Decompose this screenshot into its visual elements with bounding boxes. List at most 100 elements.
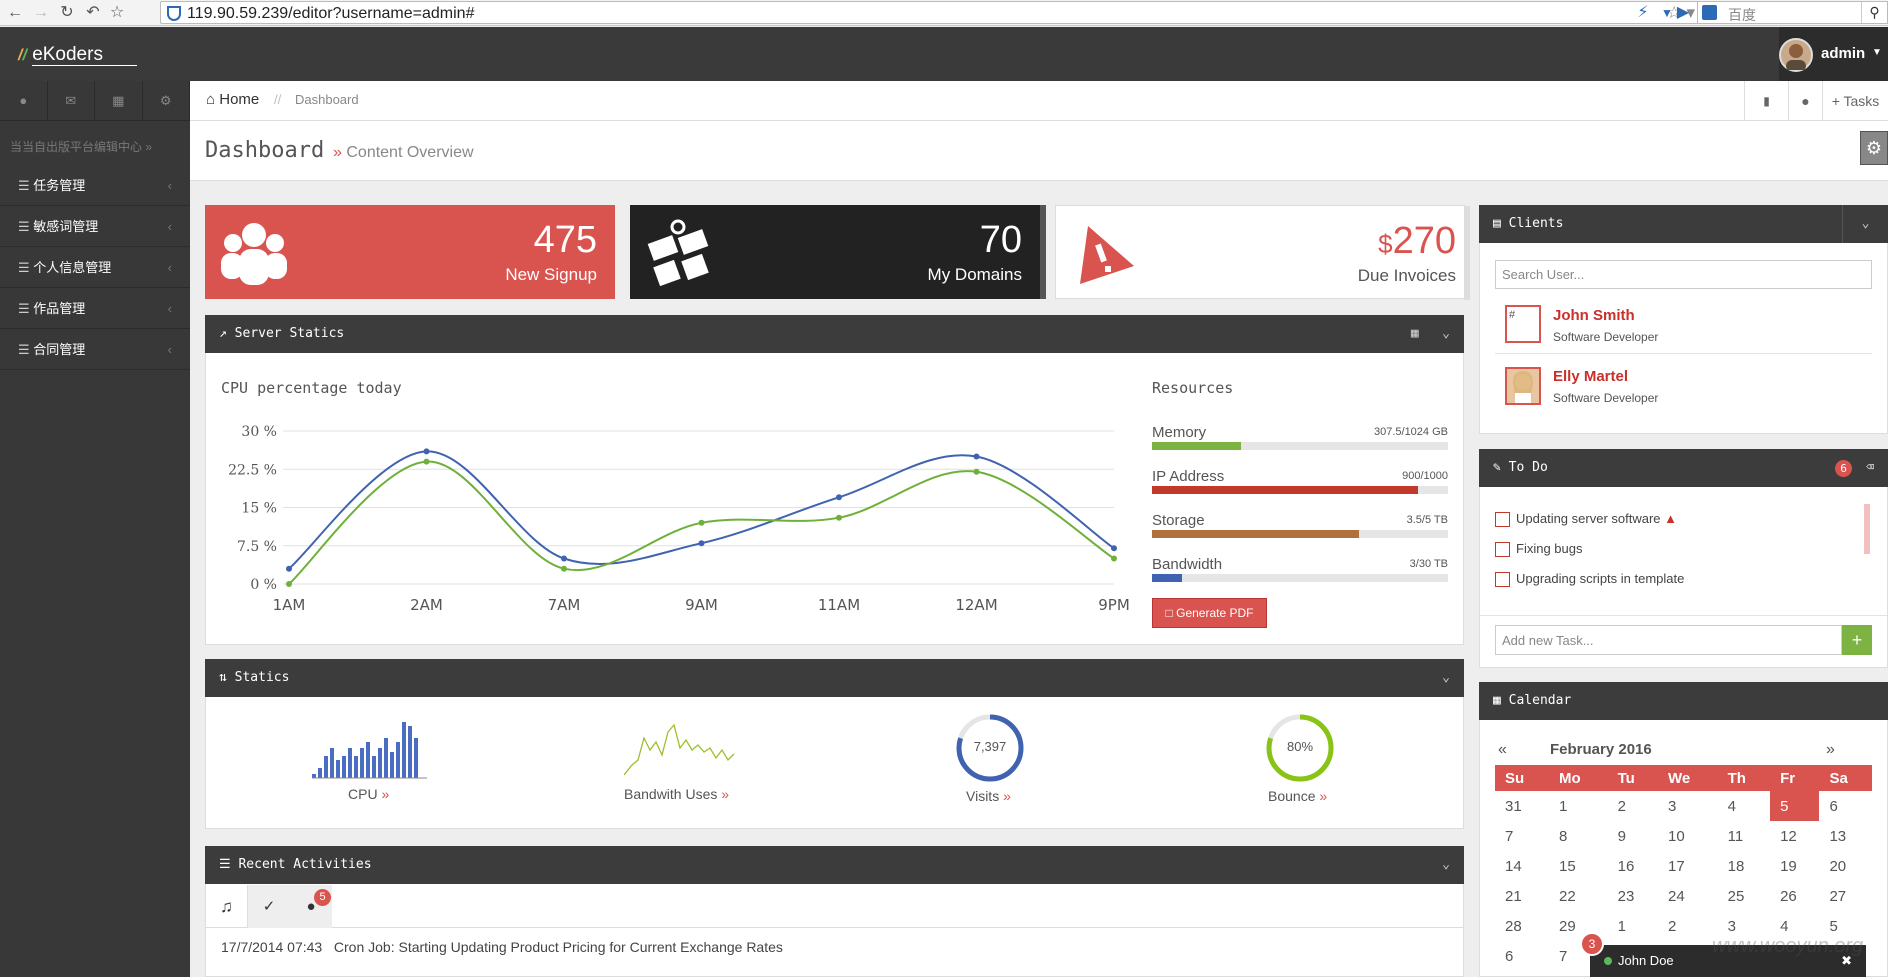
data-point[interactable] (286, 565, 292, 572)
tile-my-domains[interactable]: 70 My Domains (630, 205, 1046, 299)
data-point[interactable] (973, 468, 980, 475)
forward-icon[interactable]: → (30, 2, 52, 24)
undo-icon[interactable]: ↶ (82, 2, 104, 24)
sidebar-item-task[interactable]: ☰ 任务管理 ‹ (0, 165, 190, 206)
statics-visits-link[interactable]: Visits » (966, 788, 1011, 804)
client-name[interactable]: John Smith (1553, 307, 1635, 324)
calendar-day[interactable]: 4 (1718, 791, 1770, 821)
search-icon[interactable]: ⚲ (1861, 2, 1887, 23)
chevron-down-icon[interactable]: ⌄ (1442, 846, 1450, 884)
checkbox[interactable] (1495, 572, 1510, 588)
reload-icon[interactable]: ↻ (56, 2, 78, 24)
statics-bounce-link[interactable]: Bounce » (1268, 788, 1327, 804)
avatar[interactable] (1779, 38, 1813, 72)
data-point[interactable] (1111, 555, 1117, 562)
tile-new-signup[interactable]: 475 New Signup (205, 205, 615, 299)
statics-bandwidth-link[interactable]: Bandwith Uses » (624, 786, 729, 802)
calendar-day[interactable]: 23 (1608, 881, 1658, 911)
comments-icon[interactable]: ● (1788, 81, 1822, 121)
client-name[interactable]: Elly Martel (1553, 368, 1628, 385)
calendar-day[interactable]: 25 (1718, 881, 1770, 911)
bolt-icon[interactable]: ⚡ (1632, 2, 1654, 24)
play-icon[interactable]: ▶ (1672, 2, 1694, 24)
grid-icon[interactable]: ▦ (95, 81, 143, 121)
app-logo[interactable]: // eKoders (18, 44, 137, 66)
calendar-day[interactable]: 2 (1658, 911, 1718, 941)
calendar-day[interactable]: 31 (1495, 791, 1549, 821)
sidebar-item-sensitive-words[interactable]: ☰ 敏感词管理 ‹ (0, 206, 190, 247)
calendar-day[interactable]: 8 (1549, 821, 1608, 851)
calendar-day[interactable]: 28 (1495, 911, 1549, 941)
data-point[interactable] (973, 453, 980, 460)
bell-icon[interactable]: ♫ (206, 885, 248, 928)
signal-icon[interactable]: ▮ (1744, 81, 1788, 121)
settings-gear-icon[interactable]: ⚙ (1860, 131, 1888, 165)
sidebar-section-label[interactable]: 当当自出版平台编辑中心 » (10, 138, 152, 155)
calendar-day[interactable]: 26 (1770, 881, 1819, 911)
calendar-day[interactable]: 7 (1495, 821, 1549, 851)
gear-icon[interactable]: ⚙ (142, 81, 190, 121)
todo-scrollbar[interactable] (1864, 504, 1870, 554)
data-point[interactable] (561, 555, 567, 562)
tasks-button[interactable]: + Tasks (1822, 81, 1888, 121)
trash-icon[interactable]: ⌫ (1866, 449, 1874, 487)
data-point[interactable] (836, 514, 842, 521)
checkbox[interactable] (1495, 542, 1510, 558)
calendar-day[interactable]: 16 (1608, 851, 1658, 881)
back-icon[interactable]: ← (4, 2, 26, 24)
calendar-day[interactable]: 19 (1770, 851, 1819, 881)
tile-due-invoices[interactable]: $270 Due Invoices (1055, 205, 1470, 300)
data-point[interactable] (1111, 545, 1117, 552)
calendar-icon[interactable]: ▦ (1411, 326, 1419, 341)
data-point[interactable] (561, 565, 567, 572)
calendar-day[interactable]: 3 (1658, 791, 1718, 821)
calendar-day[interactable]: 15 (1549, 851, 1608, 881)
calendar-day[interactable]: 9 (1608, 821, 1658, 851)
calendar-day[interactable]: 12 (1770, 821, 1819, 851)
new-task-input[interactable]: Add new Task... (1495, 625, 1842, 655)
calendar-day[interactable]: 21 (1495, 881, 1549, 911)
sidebar-item-contracts[interactable]: ☰ 合同管理 ‹ (0, 329, 190, 370)
calendar-day[interactable]: 1 (1608, 911, 1658, 941)
checkbox[interactable] (1495, 512, 1510, 528)
add-task-button[interactable]: + (1842, 625, 1872, 655)
calendar-day[interactable]: 18 (1718, 851, 1770, 881)
calendar-day[interactable]: 14 (1495, 851, 1549, 881)
user-icon[interactable]: ● (0, 81, 48, 121)
client-search-input[interactable]: Search User... (1495, 260, 1872, 289)
sidebar-item-profile[interactable]: ☰ 个人信息管理 ‹ (0, 247, 190, 288)
calendar-day[interactable]: 2 (1608, 791, 1658, 821)
data-point[interactable] (286, 581, 292, 587)
data-point[interactable] (698, 540, 705, 547)
envelope-icon[interactable]: ✉ (47, 81, 95, 121)
calendar-day[interactable]: 24 (1658, 881, 1718, 911)
todo-item[interactable]: Fixing bugs (1495, 541, 1582, 558)
chevron-down-icon[interactable]: ⌄ (1842, 205, 1888, 243)
data-point[interactable] (698, 519, 705, 526)
todo-item[interactable]: Upgrading scripts in template (1495, 571, 1684, 588)
calendar-day[interactable]: 20 (1819, 851, 1872, 881)
calendar-prev[interactable]: « (1498, 741, 1507, 759)
chevron-down-icon[interactable]: ⌄ (1442, 659, 1450, 697)
todo-item[interactable]: Updating server software ▲ (1495, 511, 1677, 528)
calendar-day[interactable]: 27 (1819, 881, 1872, 911)
generate-pdf-button[interactable]: □ Generate PDF (1152, 598, 1267, 628)
calendar-day[interactable]: 6 (1819, 791, 1872, 821)
address-bar[interactable]: 119.90.59.239/editor?username=admin# ☆ ▾ (160, 1, 1704, 24)
chevron-down-icon[interactable]: ⌄ (1442, 326, 1450, 341)
calendar-day[interactable]: 6 (1495, 941, 1549, 971)
calendar-day[interactable]: 1 (1549, 791, 1608, 821)
data-point[interactable] (836, 494, 842, 501)
statics-cpu-link[interactable]: CPU » (348, 786, 389, 802)
calendar-day[interactable]: 13 (1819, 821, 1872, 851)
calendar-day[interactable]: 17 (1658, 851, 1718, 881)
star-icon[interactable]: ☆ (106, 2, 128, 24)
tag-icon[interactable]: ✓ (248, 885, 290, 928)
sidebar-item-works[interactable]: ☰ 作品管理 ‹ (0, 288, 190, 329)
data-point[interactable] (423, 448, 430, 455)
calendar-day[interactable]: 5 (1770, 791, 1820, 821)
browser-search[interactable]: 百度 ⚲ (1697, 1, 1888, 24)
calendar-day[interactable]: 10 (1658, 821, 1718, 851)
calendar-day[interactable]: 11 (1718, 821, 1770, 851)
calendar-day[interactable]: 22 (1549, 881, 1608, 911)
